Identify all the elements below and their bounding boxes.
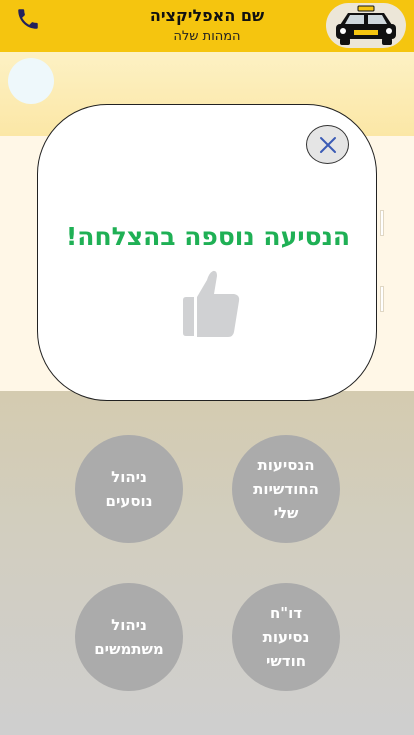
app-title: שם האפליקציה <box>149 6 265 25</box>
close-button[interactable] <box>306 125 349 164</box>
form-field-hidden-2 <box>380 286 384 312</box>
app-subtitle: המהות שלה <box>173 29 241 44</box>
manage-passengers-button[interactable]: ניהול נוסעים <box>75 435 183 543</box>
form-field-hidden-1 <box>380 210 384 236</box>
monthly-rides-button[interactable]: הנסיעות החודשיות שלי <box>232 435 340 543</box>
header-titles: שם האפליקציה המהות שלה <box>110 6 304 46</box>
app-header: שם האפליקציה המהות שלה <box>0 0 414 52</box>
taxi-icon <box>326 3 406 48</box>
monthly-report-button[interactable]: דו"ח נסיעות חודשי <box>232 583 340 691</box>
success-modal: הנסיעה נוספה בהצלחה! <box>37 104 377 401</box>
main-menu-area <box>0 391 414 735</box>
thumbs-up-icon <box>183 270 240 337</box>
sun-decoration <box>8 58 54 104</box>
success-message: הנסיעה נוספה בהצלחה! <box>65 222 351 251</box>
close-icon <box>319 136 336 153</box>
phone-icon[interactable] <box>15 6 41 32</box>
manage-users-button[interactable]: ניהול משתמשים <box>75 583 183 691</box>
